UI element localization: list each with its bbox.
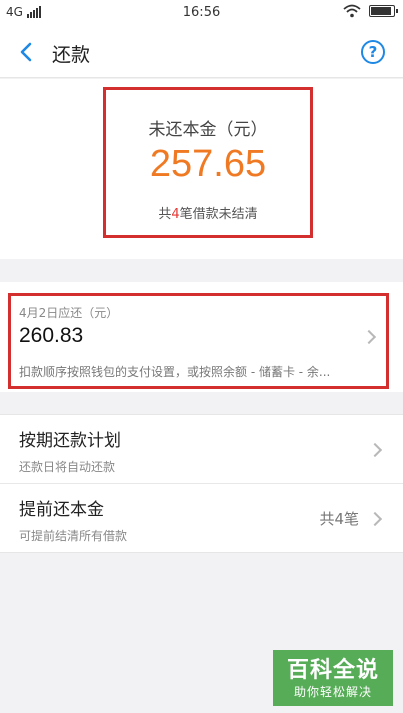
status-bar: 4G 16:56: [0, 0, 403, 26]
menu-item-subtitle: 还款日将自动还款: [19, 460, 116, 474]
due-payment-card: 4月2日应还（元） 260.83 扣款顺序按照钱包的支付设置，或按照余额 - 储…: [0, 282, 403, 392]
repayment-menu: 按期还款计划 还款日将自动还款 提前还本金 可提前结清所有借款 共4笔: [0, 414, 403, 553]
page-title: 还款: [52, 44, 91, 66]
menu-item-subtitle: 可提前结清所有借款: [19, 529, 128, 543]
menu-item-scheduled-plan[interactable]: 按期还款计划 还款日将自动还款: [0, 415, 403, 484]
menu-item-title: 提前还本金: [19, 500, 104, 520]
outstanding-principal-amount: 257.65: [149, 143, 267, 185]
chevron-left-icon: [20, 42, 32, 62]
outstanding-principal-label: 未还本金（元）: [148, 120, 268, 140]
watermark-title: 百科全说: [286, 658, 379, 683]
outstanding-loans-text: 共4笔借款未结清: [106, 203, 310, 222]
back-button[interactable]: [16, 40, 38, 64]
due-amount: 260.83: [19, 324, 84, 347]
navigation-bar: 还款 ?: [0, 26, 403, 78]
chevron-right-icon: [367, 442, 383, 458]
chevron-right-icon: [367, 511, 383, 527]
help-button[interactable]: ?: [361, 40, 385, 64]
status-icons: [343, 4, 398, 18]
watermark-subtitle: 助你轻松解决: [293, 685, 372, 699]
loans-prefix: 共: [158, 207, 172, 222]
payment-order-note: 扣款顺序按照钱包的支付设置，或按照余额 - 储蓄卡 - 余...: [19, 365, 331, 379]
loans-suffix: 笔借款未结清: [179, 207, 258, 222]
battery-icon: [369, 5, 398, 17]
chevron-right-icon: [361, 329, 377, 345]
menu-item-title: 按期还款计划: [19, 431, 121, 451]
question-mark-icon: ?: [368, 43, 378, 61]
loans-count: 4: [171, 207, 180, 222]
menu-item-early-repayment[interactable]: 提前还本金 可提前结清所有借款 共4笔: [0, 484, 403, 553]
wifi-icon: [343, 4, 361, 18]
baike-watermark-logo: 百科全说 助你轻松解决: [273, 650, 393, 706]
loan-count-badge: 共4笔: [319, 510, 359, 528]
due-date-label: 4月2日应还（元）: [19, 306, 119, 320]
outstanding-principal-highlight: 未还本金（元） 257.65 共4笔借款未结清: [103, 87, 313, 238]
outstanding-principal-section: 未还本金（元） 257.65 共4笔借款未结清: [0, 79, 403, 259]
due-payment-row[interactable]: 4月2日应还（元） 260.83 扣款顺序按照钱包的支付设置，或按照余额 - 储…: [8, 293, 389, 389]
